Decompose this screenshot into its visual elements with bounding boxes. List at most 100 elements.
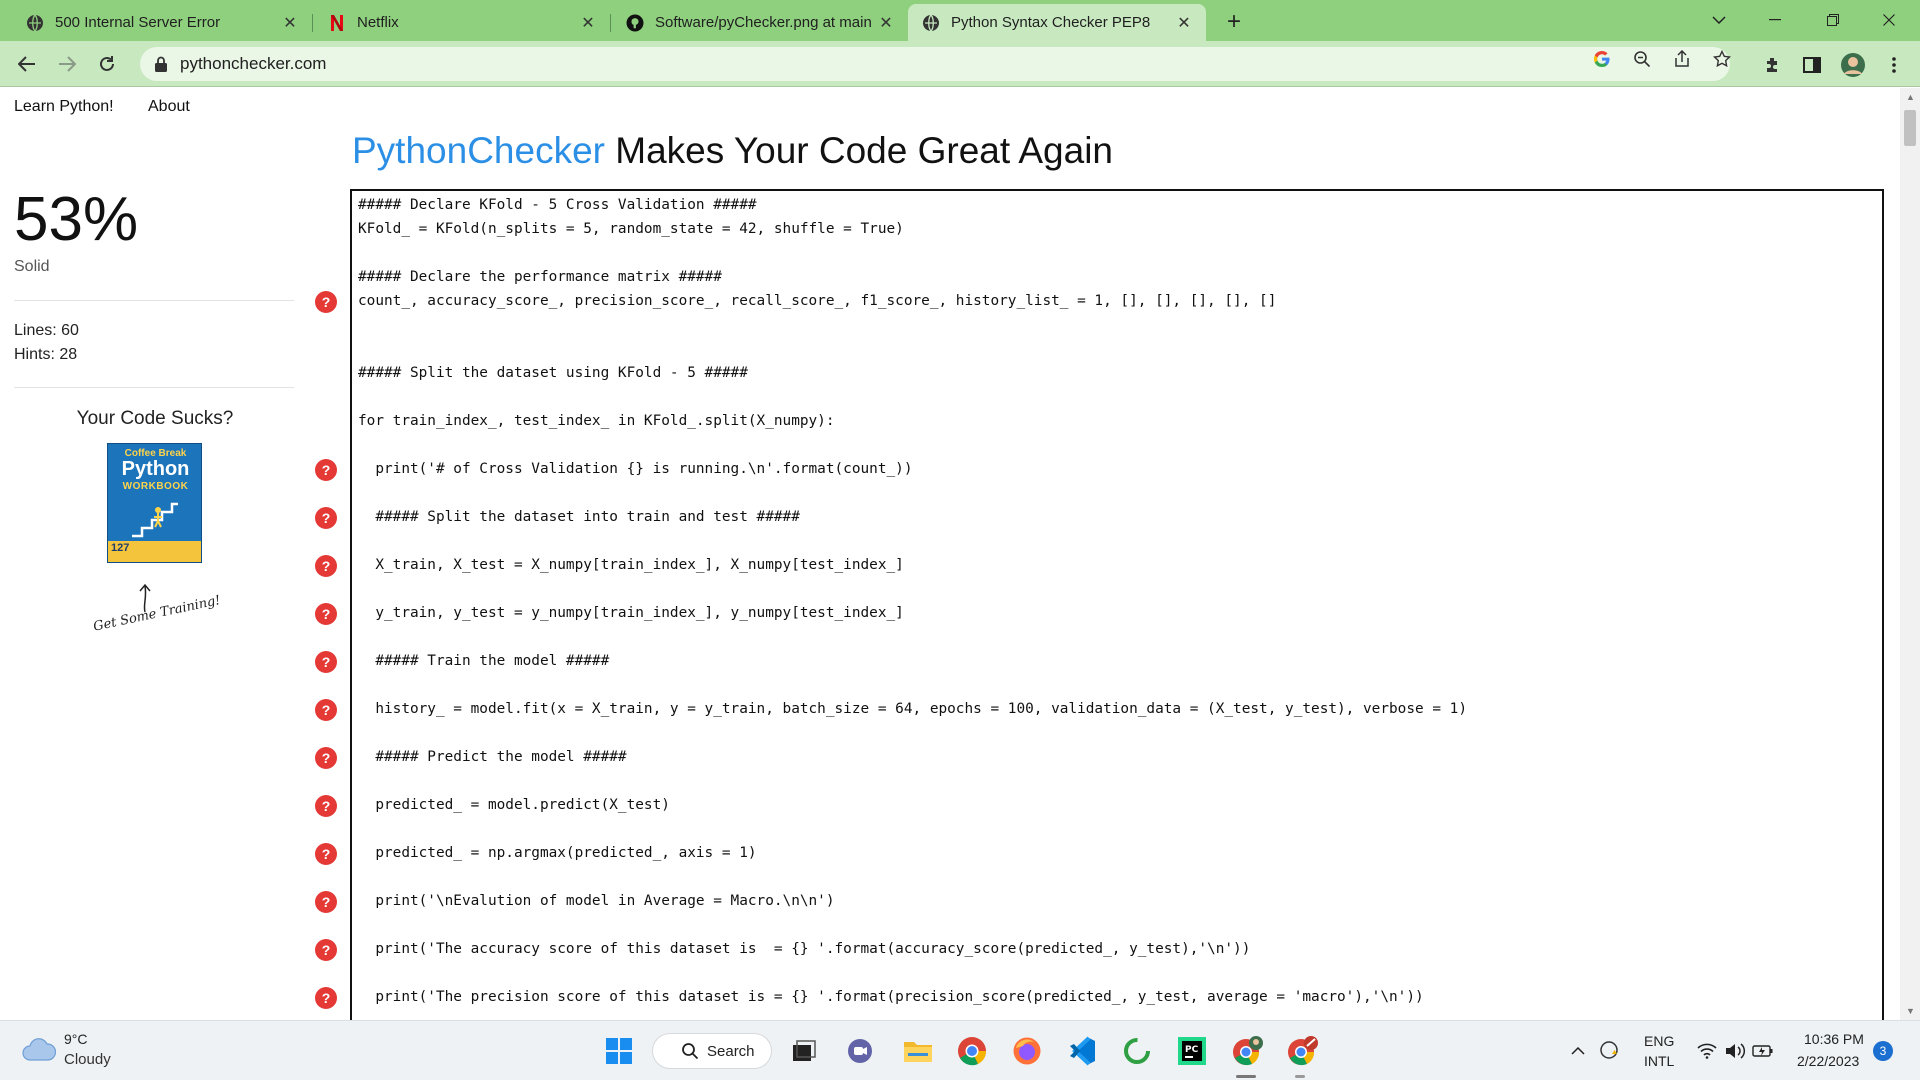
refresh-app-icon[interactable] (1119, 1033, 1155, 1069)
code-line[interactable]: print('The accuracy score of this datase… (358, 941, 1250, 957)
code-line[interactable]: ##### Train the model ##### (358, 653, 609, 669)
code-line[interactable]: X_train, X_test = X_numpy[train_index_],… (358, 557, 904, 573)
page-scrollbar[interactable]: ▲ ▼ (1900, 88, 1920, 1020)
cloud-icon[interactable] (22, 1036, 56, 1062)
hint-marker-icon[interactable]: ? (315, 843, 337, 865)
clock-date[interactable]: 2/22/2023 (1797, 1053, 1859, 1069)
tagline: Makes Your Code Great Again (604, 130, 1114, 171)
code-line[interactable]: predicted_ = np.argmax(predicted_, axis … (358, 845, 756, 861)
hint-marker-icon[interactable]: ? (315, 891, 337, 913)
hint-marker-icon[interactable]: ? (315, 987, 337, 1009)
code-line[interactable]: for train_index_, test_index_ in KFold_.… (358, 413, 835, 429)
nav-learn-python[interactable]: Learn Python! (14, 98, 114, 116)
reload-icon[interactable] (92, 49, 122, 79)
zoom-icon[interactable] (1632, 49, 1652, 69)
bookmark-star-icon[interactable] (1712, 49, 1732, 69)
scroll-down-arrow-icon[interactable]: ▼ (1906, 1006, 1915, 1016)
windows-start-icon[interactable] (601, 1033, 637, 1069)
hint-marker-icon[interactable]: ? (315, 603, 337, 625)
tab-search-chevron-icon[interactable] (1696, 0, 1742, 40)
code-line[interactable]: history_ = model.fit(x = X_train, y = y_… (358, 701, 1467, 717)
hint-marker-icon[interactable]: ? (315, 507, 337, 529)
wifi-icon[interactable] (1694, 1033, 1720, 1069)
code-line[interactable]: KFold_ = KFold(n_splits = 5, random_stat… (358, 221, 904, 237)
hints-count: Hints: 28 (14, 346, 78, 363)
chrome-profile-icon[interactable] (1230, 1033, 1266, 1069)
scroll-up-arrow-icon[interactable]: ▲ (1906, 92, 1915, 102)
browser-toolbar: pythonchecker.com (0, 41, 1920, 87)
close-window-icon[interactable] (1866, 0, 1912, 40)
code-editor[interactable]: ##### Declare KFold - 5 Cross Validation… (350, 189, 1884, 1020)
file-explorer-icon[interactable] (900, 1033, 936, 1069)
code-line[interactable]: ##### Split the dataset using KFold - 5 … (358, 365, 748, 381)
firefox-icon[interactable] (1009, 1033, 1045, 1069)
hint-marker-icon[interactable]: ? (315, 795, 337, 817)
book-cover-image[interactable]: Coffee Break Python WORKBOOK 127 (107, 443, 202, 563)
notification-badge[interactable]: 3 (1873, 1041, 1893, 1061)
code-line[interactable]: count_, accuracy_score_, precision_score… (358, 293, 1276, 309)
web-page: Learn Python! About 53% Solid Lines: 60 … (0, 88, 1900, 1020)
taskbar-search[interactable]: Search (652, 1033, 772, 1069)
google-icon[interactable] (1592, 49, 1612, 69)
hint-marker-icon[interactable]: ? (315, 291, 337, 313)
github-icon (626, 14, 644, 32)
weather-description[interactable]: Cloudy (64, 1051, 111, 1068)
promo-title: Your Code Sucks? (76, 408, 234, 429)
side-panel-icon[interactable] (1802, 55, 1822, 75)
tab-python-checker[interactable]: Python Syntax Checker PEP8 ✕ (908, 4, 1206, 41)
hint-marker-icon[interactable]: ? (315, 747, 337, 769)
share-icon[interactable] (1672, 49, 1692, 69)
language-code[interactable]: ENG (1644, 1033, 1674, 1049)
close-icon[interactable]: ✕ (578, 13, 598, 33)
code-line[interactable]: y_train, y_test = y_numpy[train_index_],… (358, 605, 904, 621)
tab-netflix[interactable]: Netflix ✕ (314, 4, 610, 41)
tab-github[interactable]: Software/pyChecker.png at main ✕ (612, 4, 908, 41)
new-tab-button[interactable]: + (1220, 8, 1248, 36)
divider (14, 387, 294, 388)
address-bar[interactable]: pythonchecker.com (140, 47, 1730, 81)
scrollbar-thumb[interactable] (1904, 110, 1916, 146)
pycharm-icon[interactable]: PC (1174, 1033, 1210, 1069)
tray-warning-icon[interactable] (1596, 1033, 1624, 1069)
close-icon[interactable]: ✕ (876, 13, 896, 33)
back-icon[interactable] (12, 49, 42, 79)
code-line[interactable]: print('The precision score of this datas… (358, 989, 1423, 1005)
restore-icon[interactable] (1810, 0, 1856, 40)
teams-chat-icon[interactable] (842, 1033, 878, 1069)
menu-kebab-icon[interactable] (1884, 55, 1904, 75)
extensions-icon[interactable] (1762, 55, 1782, 75)
code-line[interactable]: print('# of Cross Validation {} is runni… (358, 461, 912, 477)
tray-chevron-up-icon[interactable] (1566, 1033, 1590, 1069)
code-line[interactable]: ##### Split the dataset into train and t… (358, 509, 800, 525)
keyboard-layout[interactable]: INTL (1644, 1053, 1674, 1069)
forward-icon[interactable] (52, 49, 82, 79)
search-icon (682, 1043, 699, 1060)
battery-icon[interactable] (1750, 1033, 1776, 1069)
nav-about[interactable]: About (148, 98, 190, 116)
hint-marker-icon[interactable]: ? (315, 699, 337, 721)
browser-tab-strip: 500 Internal Server Error ✕ Netflix ✕ So… (0, 0, 1920, 41)
volume-icon[interactable] (1722, 1033, 1748, 1069)
weather-temperature[interactable]: 9°C (64, 1031, 88, 1047)
chrome-profile-2-icon[interactable] (1285, 1033, 1321, 1069)
hint-marker-icon[interactable]: ? (315, 555, 337, 577)
code-line[interactable]: ##### Declare the performance matrix ###… (358, 269, 722, 285)
clock-time[interactable]: 10:36 PM (1804, 1031, 1864, 1047)
code-line[interactable]: predicted_ = model.predict(X_test) (358, 797, 670, 813)
tab-500-error[interactable]: 500 Internal Server Error ✕ (12, 4, 312, 41)
code-line[interactable]: print('\nEvalution of model in Average =… (358, 893, 834, 909)
hint-marker-icon[interactable]: ? (315, 459, 337, 481)
code-line[interactable]: ##### Predict the model ##### (358, 749, 626, 765)
close-icon[interactable]: ✕ (280, 13, 300, 33)
globe-icon (26, 14, 44, 32)
hint-marker-icon[interactable]: ? (315, 651, 337, 673)
close-icon[interactable]: ✕ (1174, 13, 1194, 33)
profile-avatar[interactable] (1840, 52, 1866, 78)
task-view-icon[interactable] (786, 1033, 822, 1069)
search-label: Search (707, 1042, 755, 1060)
hint-marker-icon[interactable]: ? (315, 939, 337, 961)
code-line[interactable]: ##### Declare KFold - 5 Cross Validation… (358, 197, 757, 213)
minimize-icon[interactable] (1752, 0, 1798, 40)
chrome-icon[interactable] (954, 1033, 990, 1069)
vscode-icon[interactable] (1064, 1033, 1100, 1069)
